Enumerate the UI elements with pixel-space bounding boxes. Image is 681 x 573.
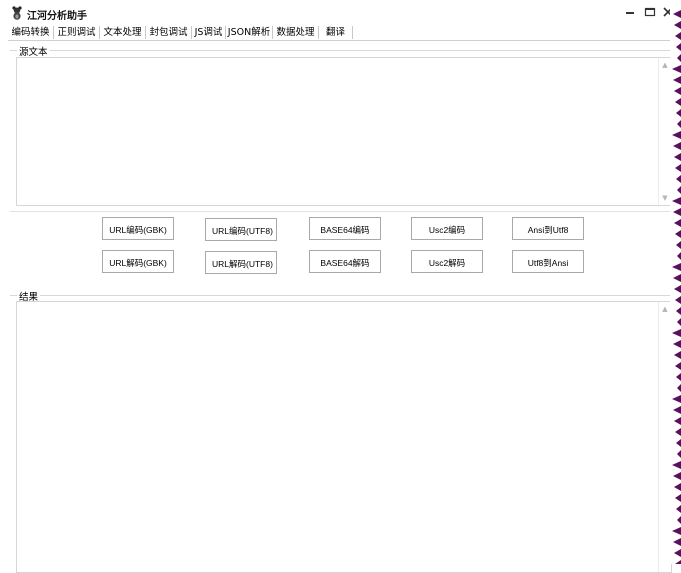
base64-encode-button[interactable]: BASE64编码 bbox=[309, 217, 381, 240]
tab-json[interactable]: JSON解析 bbox=[226, 26, 273, 39]
result-textarea[interactable]: ▲ bbox=[16, 301, 672, 573]
base64-decode-button[interactable]: BASE64解码 bbox=[309, 250, 381, 273]
url-decode-utf8-button[interactable]: URL解码(UTF8) bbox=[205, 251, 277, 274]
scroll-up-icon[interactable]: ▲ bbox=[661, 305, 669, 313]
source-textarea[interactable]: ▲ ▼ bbox=[16, 57, 672, 206]
url-encode-utf8-button[interactable]: URL编码(UTF8) bbox=[205, 218, 277, 241]
source-group-border bbox=[10, 50, 670, 51]
tab-packet[interactable]: 封包调试 bbox=[146, 26, 192, 39]
url-decode-gbk-button[interactable]: URL解码(GBK) bbox=[102, 250, 174, 273]
tab-text[interactable]: 文本处理 bbox=[100, 26, 146, 39]
scroll-up-icon[interactable]: ▲ bbox=[661, 61, 669, 69]
utf8-to-ansi-button[interactable]: Utf8到Ansi bbox=[512, 250, 584, 273]
tab-encoding[interactable]: 编码转换 bbox=[8, 26, 54, 39]
usc2-decode-button[interactable]: Usc2解码 bbox=[411, 250, 483, 273]
title-bar: 江河分析助手 bbox=[0, 0, 673, 26]
maximize-icon[interactable] bbox=[643, 5, 657, 19]
tab-js[interactable]: JS调试 bbox=[192, 26, 226, 39]
source-group-label: 源文本 bbox=[17, 44, 50, 58]
app-window: 江河分析助手 编码转换 正则调试 文本处理 封包调试 JS调试 JSON解析 数… bbox=[0, 0, 673, 573]
tab-data[interactable]: 数据处理 bbox=[273, 26, 319, 39]
tab-translate[interactable]: 翻译 bbox=[319, 26, 353, 39]
bear-app-icon bbox=[12, 6, 22, 20]
window-title: 江河分析助手 bbox=[27, 11, 87, 22]
tab-regex[interactable]: 正则调试 bbox=[54, 26, 100, 39]
divider bbox=[10, 211, 670, 212]
url-encode-gbk-button[interactable]: URL编码(GBK) bbox=[102, 217, 174, 240]
scroll-down-icon[interactable]: ▼ bbox=[661, 194, 669, 202]
ansi-to-utf8-button[interactable]: Ansi到Utf8 bbox=[512, 217, 584, 240]
result-group-border bbox=[10, 295, 670, 296]
usc2-encode-button[interactable]: Usc2编码 bbox=[411, 217, 483, 240]
window-edge-decoration bbox=[670, 0, 681, 564]
minimize-icon[interactable] bbox=[623, 5, 637, 19]
tab-bar: 编码转换 正则调试 文本处理 封包调试 JS调试 JSON解析 数据处理 翻译 bbox=[8, 26, 670, 41]
